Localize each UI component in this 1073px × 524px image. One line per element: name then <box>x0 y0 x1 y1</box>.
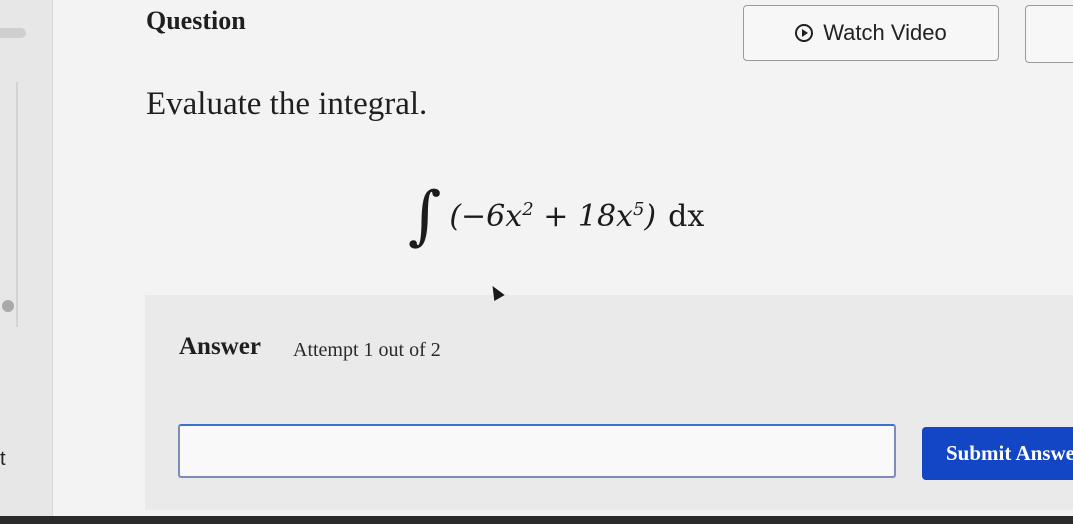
answer-input[interactable] <box>178 424 896 478</box>
integral-sign: ∫ <box>408 179 442 253</box>
watch-video-label: Watch Video <box>823 20 947 45</box>
sidebar-handle[interactable] <box>0 28 26 38</box>
question-prompt: Evaluate the integral. <box>146 86 428 122</box>
main-content: Question Watch Video Evaluate the integr… <box>53 0 1073 524</box>
answer-label: Answer <box>179 333 261 360</box>
secondary-button[interactable] <box>1025 5 1073 63</box>
play-icon <box>795 24 814 42</box>
differential: dx <box>668 198 705 234</box>
integral-expression: ∫ (−6x2 + 18x5) dx <box>408 176 704 256</box>
watch-video-button[interactable]: Watch Video <box>743 5 999 61</box>
left-sidebar: t <box>0 0 53 524</box>
submit-answer-button[interactable]: Submit Answer <box>922 427 1073 480</box>
sidebar-dot-indicator[interactable] <box>2 300 14 312</box>
page-title: Question <box>146 6 246 35</box>
sidebar-divider <box>16 82 18 327</box>
integrand: (−6x2 + 18x5) <box>449 198 657 234</box>
attempt-counter: Attempt 1 out of 2 <box>293 339 441 361</box>
page: t Question Watch Video Evaluate the inte… <box>0 0 1073 524</box>
sidebar-partial-label: t <box>0 448 6 470</box>
bottom-edge <box>0 516 1073 524</box>
